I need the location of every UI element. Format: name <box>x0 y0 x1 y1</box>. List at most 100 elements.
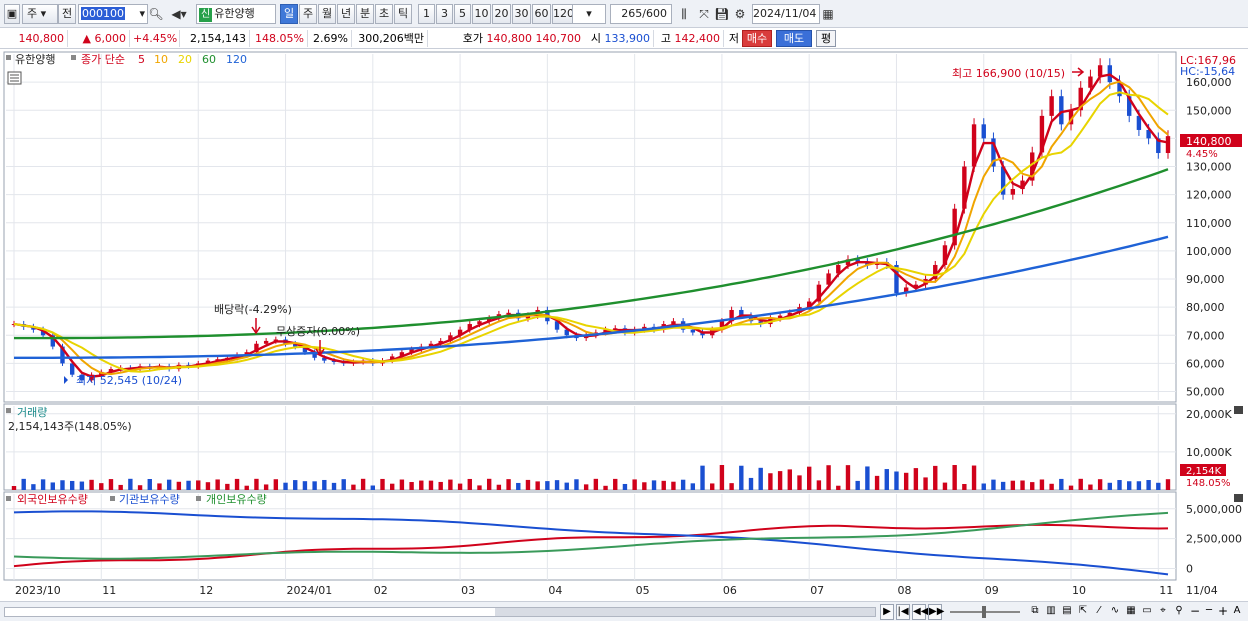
wave-icon[interactable]: ∿ <box>1108 604 1122 620</box>
draw-tool-icon[interactable]: ⤧ <box>696 6 712 22</box>
x-tick-label: 05 <box>636 584 650 597</box>
period-tab[interactable]: 일 <box>280 4 298 24</box>
legend-foreign[interactable]: 외국인보유수량 <box>17 493 88 506</box>
zoom-out-icon[interactable]: − <box>1188 604 1202 620</box>
period-tab[interactable]: 분 <box>356 4 374 24</box>
export-icon[interactable]: ⇱ <box>1076 604 1090 620</box>
legend-individual[interactable]: 개인보유수량 <box>206 493 267 506</box>
legend-stock-name[interactable]: 유한양행 <box>15 53 55 66</box>
volume-bar <box>777 471 783 490</box>
volume-bar <box>1127 481 1132 490</box>
close-icon[interactable] <box>1234 406 1243 414</box>
low-annotation: 최저 52,545 (10/24) <box>76 374 182 387</box>
legend-ma-label[interactable]: 종가 단순 <box>81 53 125 66</box>
layout-icon[interactable]: ▣ <box>4 4 20 24</box>
volume-bar <box>806 466 812 490</box>
interval-dropdown[interactable]: ▾ <box>572 4 606 24</box>
stock-name-field[interactable]: 신 유한양행 <box>196 4 276 24</box>
scroll-back-icon[interactable]: ◀◀ <box>912 604 928 620</box>
grid-icon[interactable]: ▦ <box>1124 604 1138 620</box>
period-tab[interactable]: 년 <box>337 4 355 24</box>
stock-chart[interactable]: 160,000150,000140,000130,000120,000110,0… <box>0 50 1248 602</box>
holders-y-tick: 2,500,000 <box>1186 533 1242 546</box>
up-arrow-icon: ▲ <box>82 32 91 45</box>
gear-icon[interactable]: ⚙ <box>732 6 748 22</box>
zoom-icon[interactable]: ⚲ <box>1172 604 1186 620</box>
volume-bar <box>554 480 560 490</box>
market-select[interactable]: 주 ▾ <box>22 4 58 24</box>
sell-button[interactable]: 매도 <box>776 30 812 47</box>
scroll-track[interactable] <box>4 607 876 617</box>
eval-button[interactable]: 평 <box>816 30 836 47</box>
scroll-end-icon[interactable]: ▶▶ <box>928 604 944 620</box>
area-icon[interactable]: ▤ <box>1060 604 1074 620</box>
volume-y-tick: 20,000K <box>1186 408 1232 421</box>
interval-tab[interactable]: 5 <box>454 4 471 24</box>
save-icon[interactable]: 💾︎ <box>714 6 730 22</box>
candle-body <box>1097 65 1103 77</box>
period-tab[interactable]: 주 <box>299 4 317 24</box>
compare-icon[interactable]: ⧉ <box>1028 604 1042 620</box>
close-icon[interactable] <box>1234 494 1243 502</box>
period-tab[interactable]: 초 <box>375 4 393 24</box>
candle-body <box>1165 136 1171 154</box>
candle-type-icon[interactable]: ⫼ <box>676 6 692 22</box>
y-tick-label: 130,000 <box>1186 161 1232 174</box>
calendar-icon[interactable]: ▦ <box>820 6 836 22</box>
date-field[interactable]: 2024/11/04 <box>752 4 820 24</box>
search-icon[interactable]: 🔍︎ <box>148 6 164 22</box>
volume-bar <box>1146 480 1151 490</box>
volume-bar <box>186 480 191 490</box>
period-tab[interactable]: 월 <box>318 4 336 24</box>
scroll-right-icon[interactable]: ▶ <box>880 604 894 620</box>
interval-tab[interactable]: 20 <box>492 4 511 24</box>
zoom-slider-handle[interactable] <box>982 606 986 618</box>
period-tab[interactable]: 틱 <box>394 4 412 24</box>
legend-square-icon <box>71 55 76 60</box>
volume-bar <box>574 479 579 490</box>
x-tick-label: 03 <box>461 584 475 597</box>
interval-tab[interactable]: 60 <box>532 4 551 24</box>
line-icon[interactable]: ⁄ <box>1092 604 1106 620</box>
zoom-in-icon[interactable]: + <box>1216 604 1230 620</box>
buy-button[interactable]: 매수 <box>742 30 772 47</box>
volume-bar <box>661 480 666 490</box>
ma-legend-item[interactable]: 5 <box>138 53 145 66</box>
prev-button[interactable]: 전 <box>58 4 76 24</box>
volume-bar <box>1156 482 1161 490</box>
sound-icon[interactable]: ◀▾ <box>166 6 192 22</box>
volume-bar <box>1117 480 1122 490</box>
volume-title[interactable]: 거래량 <box>17 406 47 419</box>
count-field[interactable]: 265/600 <box>610 4 672 24</box>
volume-bar <box>118 484 123 490</box>
interval-tab[interactable]: 10 <box>472 4 491 24</box>
code-dropdown-icon[interactable]: ▾ <box>139 5 145 23</box>
volume-bar <box>419 480 424 490</box>
y-tick-label: 70,000 <box>1186 329 1225 342</box>
volume-bar <box>758 467 763 490</box>
text-tool-icon[interactable]: A <box>1230 604 1244 620</box>
y-tick-label: 90,000 <box>1186 273 1225 286</box>
legend-institution[interactable]: 기관보유수량 <box>119 493 180 506</box>
rect-icon[interactable]: ▭ <box>1140 604 1154 620</box>
line-tool-icon[interactable]: ─ <box>1202 604 1216 620</box>
interval-tab[interactable]: 30 <box>512 4 531 24</box>
interval-tab[interactable]: 1 <box>418 4 435 24</box>
last-volume-pct: 148.05% <box>1186 478 1231 489</box>
x-tick-label: 06 <box>723 584 737 597</box>
volume-bar <box>69 480 75 490</box>
interval-tab[interactable]: 3 <box>436 4 453 24</box>
candle-body <box>671 321 676 325</box>
ma-legend-item[interactable]: 120 <box>226 53 247 66</box>
bar-icon[interactable]: ▥ <box>1044 604 1058 620</box>
interval-tab[interactable]: 120 <box>552 4 574 24</box>
x-tick-label: 12 <box>199 584 213 597</box>
ma-legend-item[interactable]: 20 <box>178 53 192 66</box>
code-input[interactable]: 000100 ▾ <box>78 4 148 24</box>
scroll-thumb[interactable] <box>495 608 875 616</box>
cursor-icon[interactable]: ⌖ <box>1156 604 1170 620</box>
scroll-start-icon[interactable]: |◀ <box>896 604 910 620</box>
ma-legend-item[interactable]: 10 <box>154 53 168 66</box>
ma-legend-item[interactable]: 60 <box>202 53 216 66</box>
volume-bar <box>108 479 114 490</box>
